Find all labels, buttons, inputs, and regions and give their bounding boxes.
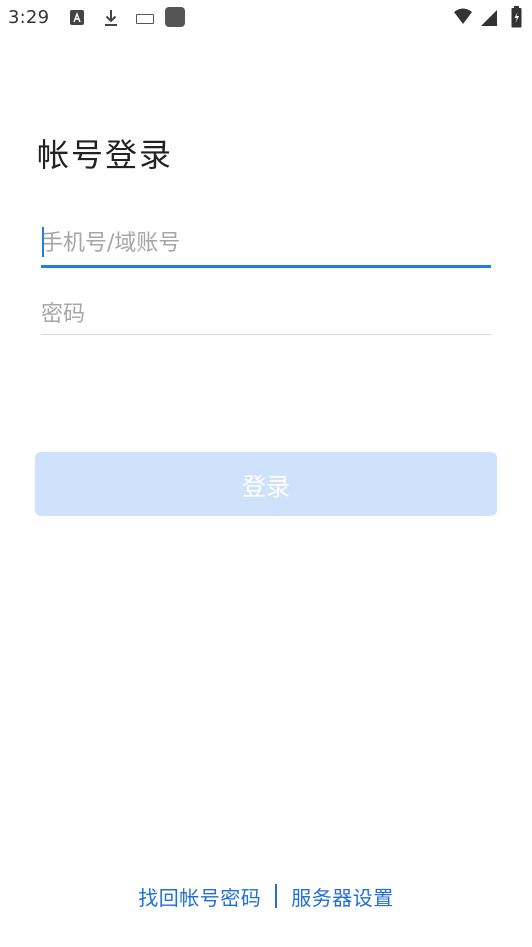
login-button[interactable]: 登录 [35,452,497,516]
account-input[interactable] [41,222,491,265]
server-settings-link[interactable]: 服务器设置 [291,882,394,911]
footer-divider [275,884,278,908]
password-input[interactable] [41,294,491,334]
wifi-icon [453,8,473,26]
download-icon [103,8,119,28]
page-title: 帐号登录 [37,136,174,174]
recover-account-link[interactable]: 找回帐号密码 [138,882,261,911]
signal-icon [480,9,498,27]
footer-links: 找回帐号密码 服务器设置 [0,878,532,914]
password-field[interactable] [41,294,491,335]
battery-icon [511,6,522,28]
status-time: 3:29 [8,7,50,28]
a-notification-icon [70,10,84,25]
text-caret [42,227,44,257]
app-square-icon [165,7,185,27]
account-field[interactable] [41,222,491,268]
keyboard-icon [136,14,154,24]
status-bar: 3:29 [0,0,532,36]
